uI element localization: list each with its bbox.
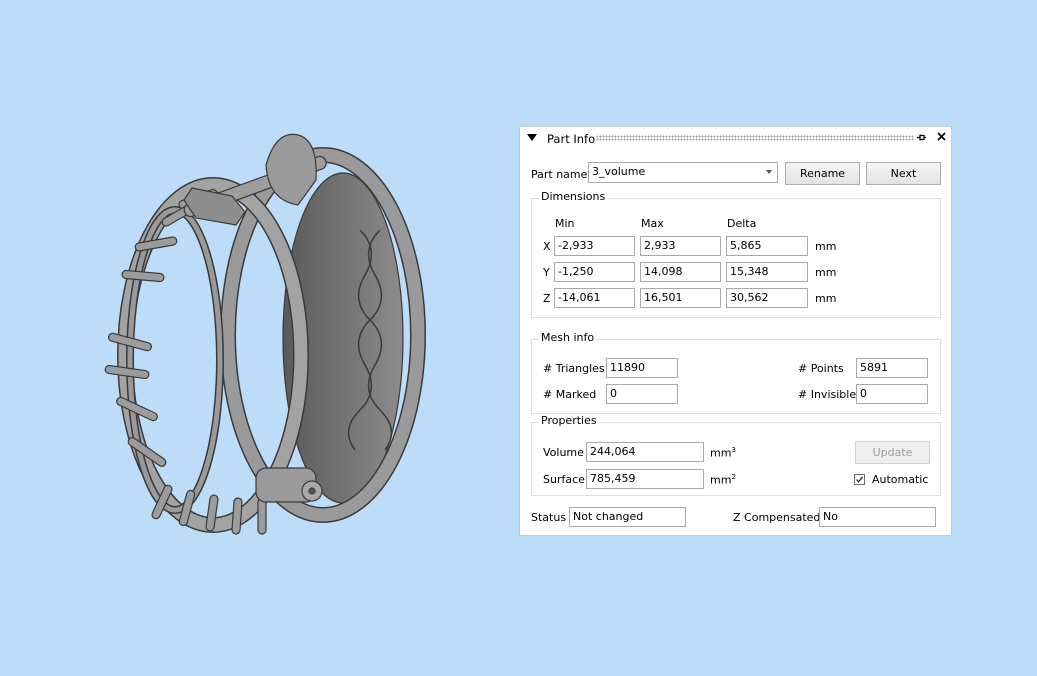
automatic-checkbox[interactable] <box>854 474 865 485</box>
surface-label: Surface <box>543 473 585 486</box>
dimension-axis-x: X <box>543 240 551 253</box>
dimension-x-delta-field[interactable]: 5,865 <box>726 236 808 256</box>
mesh-info-group-title: Mesh info <box>539 331 597 344</box>
dimension-z-delta-field[interactable]: 30,562 <box>726 288 808 308</box>
invisible-field[interactable]: 0 <box>856 384 928 404</box>
volume-field[interactable]: 244,064 <box>586 442 704 462</box>
properties-group-title: Properties <box>539 414 599 427</box>
checkmark-icon <box>856 476 864 483</box>
dimension-y-max-field[interactable]: 14,098 <box>640 262 721 282</box>
rename-button[interactable]: Rename <box>785 162 860 185</box>
dimensions-header-delta: Delta <box>727 217 757 230</box>
points-label: # Points <box>798 362 844 375</box>
triangles-label: # Triangles <box>543 362 605 375</box>
dimension-axis-y: Y <box>543 266 550 279</box>
panel-drag-grip[interactable] <box>596 135 914 141</box>
earring-hinge-pin-hole <box>308 487 316 495</box>
status-field[interactable]: Not changed <box>569 507 686 527</box>
triangles-field[interactable]: 11890 <box>606 358 678 378</box>
chevron-down-icon <box>766 170 772 174</box>
surface-unit: mm2 <box>710 473 736 487</box>
automatic-label: Automatic <box>872 473 929 486</box>
dimension-x-min-field[interactable]: -2,933 <box>554 236 635 256</box>
z-compensated-field[interactable]: No <box>819 507 936 527</box>
invisible-label: # Invisible <box>798 388 857 401</box>
dimensions-group-title: Dimensions <box>539 190 608 203</box>
properties-group: Properties Volume 244,064 mm3 Surface 78… <box>531 414 941 496</box>
volume-label: Volume <box>543 446 584 459</box>
panel-titlebar: Part Info <box>520 127 951 149</box>
marked-label: # Marked <box>543 388 597 401</box>
surface-field[interactable]: 785,459 <box>586 469 704 489</box>
pin-icon[interactable] <box>916 132 927 143</box>
dimension-axis-z: Z <box>543 292 551 305</box>
part-info-panel: Part Info Part name 3_volume Rename Next… <box>519 126 952 536</box>
part-name-label: Part name <box>531 168 588 181</box>
dimension-z-unit: mm <box>815 292 837 305</box>
dimension-z-min-field[interactable]: -14,061 <box>554 288 635 308</box>
dimension-y-delta-field[interactable]: 15,348 <box>726 262 808 282</box>
next-button[interactable]: Next <box>866 162 941 185</box>
z-compensated-label: Z Compensated <box>733 511 821 524</box>
points-field[interactable]: 5891 <box>856 358 928 378</box>
dimension-x-max-field[interactable]: 2,933 <box>640 236 721 256</box>
dimension-y-min-field[interactable]: -1,250 <box>554 262 635 282</box>
marked-field[interactable]: 0 <box>606 384 678 404</box>
collapse-arrow-icon[interactable] <box>527 134 537 141</box>
dimensions-header-max: Max <box>641 217 664 230</box>
dimension-z-max-field[interactable]: 16,501 <box>640 288 721 308</box>
status-label: Status <box>531 511 567 524</box>
dimension-x-unit: mm <box>815 240 837 253</box>
volume-unit: mm3 <box>710 446 736 460</box>
dimension-y-unit: mm <box>815 266 837 279</box>
dimensions-group: Dimensions Min Max Delta X -2,933 2,933 … <box>531 190 941 318</box>
dimensions-header-min: Min <box>555 217 575 230</box>
part-name-select[interactable]: 3_volume <box>588 162 778 183</box>
part-name-value: 3_volume <box>592 165 646 178</box>
panel-title: Part Info <box>547 132 596 146</box>
mesh-info-group: Mesh info # Triangles 11890 # Points 589… <box>531 331 941 414</box>
update-button[interactable]: Update <box>855 441 930 464</box>
close-icon[interactable] <box>936 131 947 142</box>
